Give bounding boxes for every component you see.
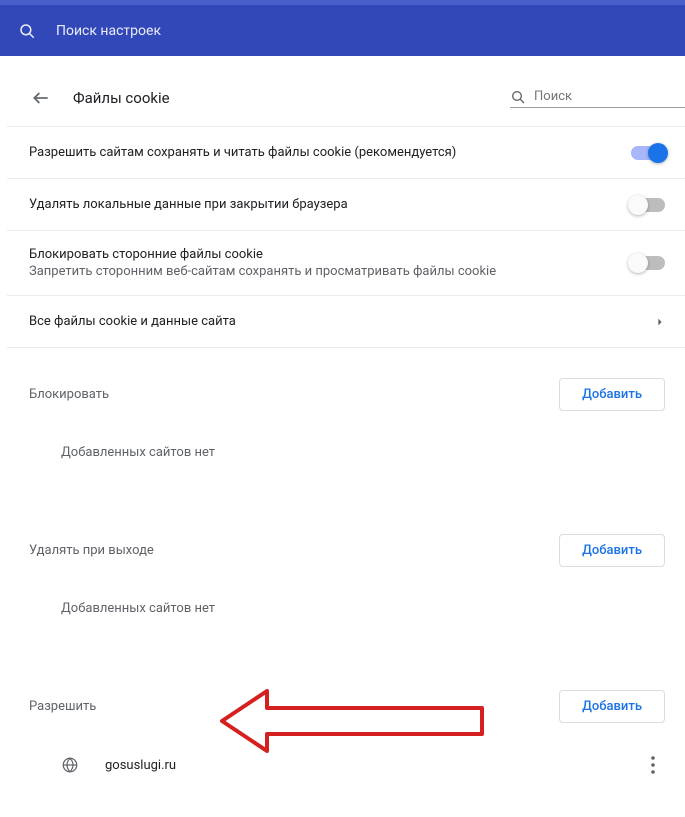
setting-block-third-party[interactable]: Блокировать сторонние файлы cookie Запре… xyxy=(7,231,685,296)
page-search-field[interactable] xyxy=(510,89,685,108)
setting-allow-cookies[interactable]: Разрешить сайтам сохранять и читать файл… xyxy=(7,127,685,179)
search-icon xyxy=(510,89,526,105)
chevron-right-icon xyxy=(655,315,665,329)
section-title-allow: Разрешить xyxy=(29,699,96,714)
allow-site-row[interactable]: gosuslugi.ru xyxy=(29,743,665,787)
block-site-list: Добавленных сайтов нет xyxy=(7,411,685,504)
page-search-input[interactable] xyxy=(534,89,685,104)
globe-icon xyxy=(61,756,79,774)
setting-title: Удалять локальные данные при закрытии бр… xyxy=(29,197,631,212)
toggle-allow-cookies[interactable] xyxy=(631,146,665,160)
cookie-toggle-list: Разрешить сайтам сохранять и читать файл… xyxy=(7,126,685,348)
setting-title: Все файлы cookie и данные сайта xyxy=(29,314,655,329)
toggle-block-third-party[interactable] xyxy=(631,256,665,270)
section-header-block: Блокировать Добавить xyxy=(7,348,685,411)
section-header-clear: Удалять при выходе Добавить xyxy=(7,504,685,567)
setting-title: Разрешить сайтам сохранять и читать файл… xyxy=(29,145,631,160)
section-header-allow: Разрешить Добавить xyxy=(7,660,685,723)
toggle-clear-on-exit[interactable] xyxy=(631,198,665,212)
section-title-block: Блокировать xyxy=(29,387,109,402)
setting-title: Блокировать сторонние файлы cookie xyxy=(29,247,631,262)
topbar-search-placeholder: Поиск настроек xyxy=(56,23,161,39)
allow-site-list: gosuslugi.ru xyxy=(7,723,685,817)
setting-subtitle: Запретить сторонним веб-сайтам сохранять… xyxy=(29,264,631,279)
search-icon xyxy=(18,22,36,40)
setting-clear-on-exit[interactable]: Удалять локальные данные при закрытии бр… xyxy=(7,179,685,231)
page-header: Файлы cookie xyxy=(7,86,685,126)
more-actions-button[interactable] xyxy=(641,753,665,777)
allow-site-name: gosuslugi.ru xyxy=(105,758,641,773)
clear-site-list: Добавленных сайтов нет xyxy=(7,567,685,660)
page-title: Файлы cookie xyxy=(73,89,170,107)
cookie-settings-page: Файлы cookie Разрешить сайтам сохранять … xyxy=(7,66,685,730)
settings-search-bar[interactable]: Поиск настроек xyxy=(0,0,685,56)
add-block-button[interactable]: Добавить xyxy=(559,378,665,411)
setting-all-cookies-link[interactable]: Все файлы cookie и данные сайта xyxy=(7,296,685,348)
back-button[interactable] xyxy=(29,86,53,110)
section-title-clear: Удалять при выходе xyxy=(29,543,154,558)
clear-empty-text: Добавленных сайтов нет xyxy=(29,587,665,630)
block-empty-text: Добавленных сайтов нет xyxy=(29,431,665,474)
add-clear-button[interactable]: Добавить xyxy=(559,534,665,567)
add-allow-button[interactable]: Добавить xyxy=(559,690,665,723)
